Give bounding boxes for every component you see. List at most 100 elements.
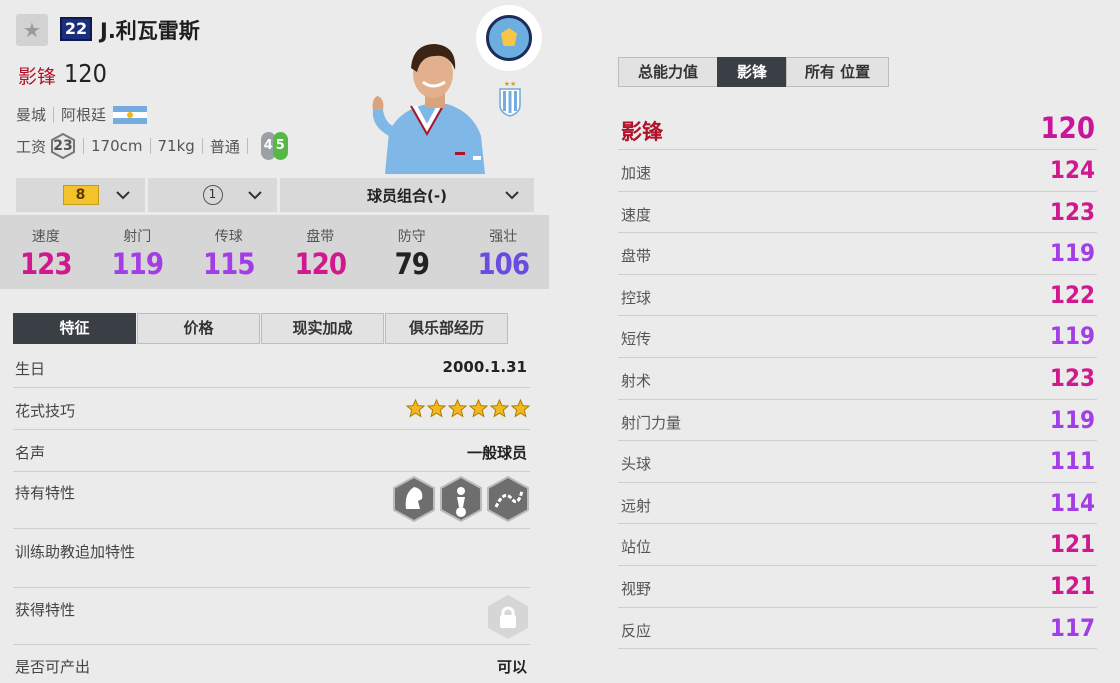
main-stat: 射门 119 — [92, 215, 184, 289]
star-icon: ★ — [23, 18, 41, 42]
main-stat-label: 防守 — [397, 229, 426, 245]
chevron-down-icon — [505, 191, 519, 200]
main-stat-value: 115 — [203, 247, 255, 281]
main-stat-label: 盘带 — [306, 229, 335, 245]
position-label: 影锋 — [18, 66, 57, 88]
main-stat-value: 106 — [477, 247, 530, 281]
attribute-label: 加速 — [621, 164, 652, 182]
divider — [53, 106, 55, 123]
wage-value: 23 — [53, 138, 73, 154]
chevron-down-icon — [248, 191, 262, 200]
attribute-row: 加速 124 — [618, 150, 1097, 192]
coach-traits-row: 训练助教追加特性 — [13, 529, 530, 588]
divider — [201, 138, 203, 154]
attribute-label: 射术 — [621, 372, 652, 390]
attribute-value: 124 — [1049, 156, 1095, 184]
attribute-label: 射门力量 — [621, 413, 682, 432]
birthday-row: 生日 2000.1.31 — [13, 346, 530, 388]
svg-text:★★: ★★ — [504, 80, 517, 88]
main-stat: 防守 79 — [366, 215, 458, 289]
position-rating-value: 120 — [1040, 111, 1095, 145]
lock-icon[interactable] — [486, 594, 530, 644]
enhance-level-dropdown[interactable]: 8 — [16, 178, 145, 212]
attribute-row: 盘带 119 — [618, 233, 1097, 275]
position-rating-row: 影锋 120 — [618, 108, 1097, 150]
main-stat-label: 射门 — [123, 229, 152, 245]
height-value: 170cm — [91, 137, 143, 155]
club-crest-icon — [476, 5, 542, 71]
reputation-value: 一般球员 — [466, 444, 527, 462]
attribute-label: 站位 — [621, 538, 652, 557]
attribute-label: 盘带 — [621, 247, 652, 266]
main-stat: 强壮 106 — [458, 215, 550, 289]
producible-label: 是否可产出 — [15, 658, 91, 676]
star-icon — [469, 399, 488, 418]
favorite-star-button[interactable]: ★ — [16, 14, 48, 46]
position-rating-label: 影锋 — [621, 120, 663, 144]
foot-skill-badge: 4 5 — [260, 132, 288, 160]
jersey-number-badge: 22 — [60, 17, 92, 41]
attribute-label: 头球 — [621, 455, 652, 474]
attribute-label: 控球 — [621, 288, 652, 307]
divider — [246, 138, 248, 154]
grade-dropdown[interactable]: 1 — [148, 178, 277, 212]
club-name: 曼城 — [16, 106, 47, 124]
stat-view-tabs: 总能力值 影锋 所有 位置 — [618, 57, 889, 87]
tab-position[interactable]: 影锋 — [717, 57, 787, 87]
attribute-value: 119 — [1049, 322, 1095, 351]
trait-finesse-icon[interactable] — [392, 475, 436, 527]
reputation-row: 名声 一般球员 — [13, 430, 530, 472]
skill-moves-row: 花式技巧 — [13, 388, 530, 430]
main-stat-value: 120 — [294, 247, 347, 281]
wage-label: 工资 — [16, 137, 47, 156]
owned-traits-label: 持有特性 — [15, 484, 76, 502]
attribute-row: 头球 111 — [618, 441, 1097, 483]
detail-tabs: 特征 价格 现实加成 俱乐部经历 — [13, 313, 509, 344]
divider — [149, 138, 151, 154]
position-ovr: 120 — [64, 59, 107, 88]
player-combo-dropdown[interactable]: 球员组合(-) — [280, 178, 534, 212]
attribute-row: 速度 123 — [618, 192, 1097, 234]
attribute-row: 视野 121 — [618, 566, 1097, 608]
attribute-value: 119 — [1049, 239, 1095, 268]
star-icon — [511, 399, 530, 418]
star-icon — [448, 399, 467, 418]
star-icon — [490, 399, 509, 418]
argentina-flag-icon — [113, 105, 148, 124]
attribute-row: 控球 122 — [618, 275, 1097, 317]
tab-overall[interactable]: 总能力值 — [618, 57, 718, 87]
enhance-level-badge: 8 — [62, 185, 99, 205]
main-stat-value: 79 — [394, 247, 430, 281]
grade-value: 1 — [202, 185, 223, 205]
acquired-traits-label: 获得特性 — [15, 601, 76, 619]
attribute-label: 速度 — [621, 205, 652, 224]
trait-speed-dribble-icon[interactable] — [486, 475, 530, 527]
trait-dribble-icon[interactable] — [439, 475, 483, 527]
main-stat-label: 传球 — [214, 229, 243, 245]
club-nation-row: 曼城 阿根廷 — [16, 104, 148, 125]
tab-traits[interactable]: 特征 — [13, 313, 136, 344]
tab-all-positions[interactable]: 所有 位置 — [786, 57, 889, 87]
physical-info-row: 工资 23 170cm 71kg 普通 4 5 — [16, 132, 288, 160]
skill-moves-value: 5 — [272, 132, 288, 160]
tab-price[interactable]: 价格 — [137, 313, 260, 344]
player-combo-label: 球员组合(-) — [367, 186, 447, 205]
main-stat: 传球 115 — [183, 215, 275, 289]
tab-real-bonus[interactable]: 现实加成 — [261, 313, 384, 344]
attribute-row: 站位 121 — [618, 524, 1097, 566]
attribute-value: 122 — [1049, 280, 1095, 309]
tab-club-history[interactable]: 俱乐部经历 — [385, 313, 508, 344]
attribute-value: 123 — [1049, 364, 1095, 392]
chevron-down-icon — [116, 191, 130, 200]
main-stat-label: 强壮 — [489, 229, 518, 245]
attribute-value: 123 — [1049, 197, 1095, 226]
reputation-label: 名声 — [15, 444, 46, 462]
producible-row: 是否可产出 可以 — [13, 645, 530, 683]
attribute-row: 射术 123 — [618, 358, 1097, 400]
attribute-label: 远射 — [621, 496, 652, 515]
weight-value: 71kg — [157, 137, 195, 155]
main-stat-value: 119 — [111, 247, 164, 281]
attribute-value: 119 — [1049, 405, 1095, 434]
producible-value: 可以 — [496, 658, 527, 676]
owned-traits-row: 持有特性 — [13, 472, 530, 529]
